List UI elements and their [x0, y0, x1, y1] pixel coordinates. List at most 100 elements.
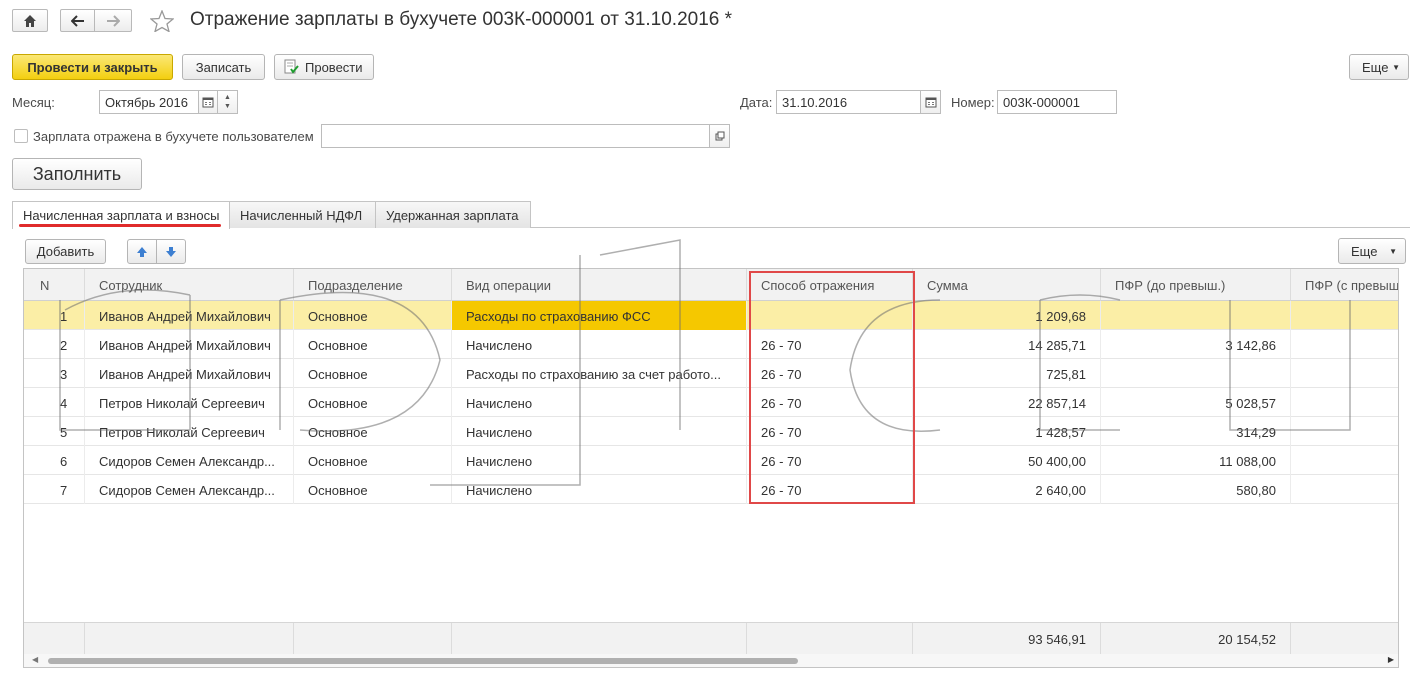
- cell-department[interactable]: Основное: [294, 330, 452, 359]
- cell-pfr[interactable]: 580,80: [1101, 475, 1291, 504]
- forward-button[interactable]: [94, 9, 132, 32]
- cell-n[interactable]: 7: [24, 475, 85, 504]
- accruals-table[interactable]: N Сотрудник Подразделение Вид операции С…: [23, 268, 1399, 668]
- home-button[interactable]: [12, 9, 48, 32]
- cell-employee[interactable]: Иванов Андрей Михайлович: [85, 301, 294, 330]
- col-header-department[interactable]: Подразделение: [294, 269, 452, 301]
- more-menu-button[interactable]: Еще ▼: [1349, 54, 1409, 80]
- tab-withheld-salary[interactable]: Удержанная зарплата: [375, 201, 531, 228]
- post-and-close-button[interactable]: Провести и закрыть: [12, 54, 173, 80]
- cell-department[interactable]: Основное: [294, 301, 452, 330]
- cell-operation[interactable]: Начислено: [452, 446, 747, 475]
- cell-department[interactable]: Основное: [294, 475, 452, 504]
- cell-n[interactable]: 2: [24, 330, 85, 359]
- fill-button[interactable]: Заполнить: [12, 158, 142, 190]
- table-row[interactable]: 1 Иванов Андрей Михайлович Основное Расходы…: [24, 301, 1398, 330]
- cell-operation[interactable]: Расходы по страхованию ФСС: [452, 301, 747, 330]
- cell-employee[interactable]: Иванов Андрей Михайлович: [85, 359, 294, 388]
- col-header-sum[interactable]: Сумма: [913, 269, 1101, 301]
- cell-pfr-over[interactable]: [1291, 359, 1398, 388]
- table-row[interactable]: 5 Петров Николай Сергеевич Основное Начисле…: [24, 417, 1398, 446]
- cell-department[interactable]: Основное: [294, 446, 452, 475]
- date-calendar-button[interactable]: [920, 90, 941, 114]
- month-field[interactable]: Октябрь 2016: [99, 90, 199, 114]
- cell-pfr[interactable]: [1101, 359, 1291, 388]
- cell-sum[interactable]: 1 428,57: [913, 417, 1101, 446]
- cell-n[interactable]: 1: [24, 301, 85, 330]
- cell-operation[interactable]: Начислено: [452, 388, 747, 417]
- cell-n[interactable]: 4: [24, 388, 85, 417]
- cell-department[interactable]: Основное: [294, 359, 452, 388]
- cell-sum[interactable]: 2 640,00: [913, 475, 1101, 504]
- cell-pfr[interactable]: 11 088,00: [1101, 446, 1291, 475]
- cell-pfr[interactable]: 5 028,57: [1101, 388, 1291, 417]
- table-row[interactable]: 7 Сидоров Семен Александр... Основное Начис…: [24, 475, 1398, 504]
- cell-sum[interactable]: 725,81: [913, 359, 1101, 388]
- col-header-pfr-over[interactable]: ПФР (с превыш: [1291, 269, 1398, 301]
- tab-accrued-ndfl[interactable]: Начисленный НДФЛ: [229, 201, 376, 228]
- save-button[interactable]: Записать: [182, 54, 265, 80]
- cell-method[interactable]: 26 - 70: [747, 475, 913, 504]
- user-field[interactable]: [321, 124, 710, 148]
- star-icon[interactable]: [150, 10, 174, 32]
- cell-pfr-over[interactable]: [1291, 388, 1398, 417]
- date-field[interactable]: 31.10.2016: [776, 90, 921, 114]
- month-spin-button[interactable]: ▲ ▼: [217, 90, 238, 114]
- cell-employee[interactable]: Сидоров Семен Александр...: [85, 446, 294, 475]
- table-row[interactable]: 4 Петров Николай Сергеевич Основное Начисле…: [24, 388, 1398, 417]
- cell-method[interactable]: 26 - 70: [747, 330, 913, 359]
- col-header-n[interactable]: N: [24, 269, 85, 301]
- cell-method[interactable]: 26 - 70: [747, 359, 913, 388]
- table-row[interactable]: 2 Иванов Андрей Михайлович Основное Начисле…: [24, 330, 1398, 359]
- cell-pfr[interactable]: [1101, 301, 1291, 330]
- cell-employee[interactable]: Сидоров Семен Александр...: [85, 475, 294, 504]
- cell-pfr-over[interactable]: [1291, 417, 1398, 446]
- cell-department[interactable]: Основное: [294, 388, 452, 417]
- scroll-right-icon[interactable]: ▶: [1388, 655, 1394, 664]
- post-button[interactable]: Провести: [274, 54, 374, 80]
- cell-operation[interactable]: Начислено: [452, 475, 747, 504]
- cell-method[interactable]: 26 - 70: [747, 388, 913, 417]
- cell-operation[interactable]: Начислено: [452, 330, 747, 359]
- cell-employee[interactable]: Петров Николай Сергеевич: [85, 417, 294, 446]
- cell-n[interactable]: 6: [24, 446, 85, 475]
- open-user-button[interactable]: [709, 124, 730, 148]
- cell-pfr-over[interactable]: [1291, 475, 1398, 504]
- table-row[interactable]: 6 Сидоров Семен Александр... Основное Начис…: [24, 446, 1398, 475]
- scroll-left-icon[interactable]: ◀: [32, 655, 38, 664]
- cell-pfr[interactable]: 314,29: [1101, 417, 1291, 446]
- back-button[interactable]: [60, 9, 95, 32]
- move-up-button[interactable]: [127, 239, 157, 264]
- cell-department[interactable]: Основное: [294, 417, 452, 446]
- number-field[interactable]: 003К-000001: [997, 90, 1117, 114]
- cell-sum[interactable]: 22 857,14: [913, 388, 1101, 417]
- add-row-button[interactable]: Добавить: [25, 239, 106, 264]
- cell-operation[interactable]: Начислено: [452, 417, 747, 446]
- cell-method[interactable]: 26 - 70: [747, 446, 913, 475]
- scrollbar-thumb[interactable]: [48, 658, 798, 664]
- cell-pfr-over[interactable]: [1291, 446, 1398, 475]
- cell-operation[interactable]: Расходы по страхованию за счет работо...: [452, 359, 747, 388]
- horizontal-scrollbar[interactable]: ◀ ▶: [24, 654, 1398, 667]
- table-row[interactable]: 3 Иванов Андрей Михайлович Основное Расходы…: [24, 359, 1398, 388]
- cell-pfr-over[interactable]: [1291, 330, 1398, 359]
- col-header-employee[interactable]: Сотрудник: [85, 269, 294, 301]
- cell-sum[interactable]: 50 400,00: [913, 446, 1101, 475]
- col-header-method[interactable]: Способ отражения: [747, 269, 913, 301]
- move-down-button[interactable]: [156, 239, 186, 264]
- cell-sum[interactable]: 14 285,71: [913, 330, 1101, 359]
- cell-pfr-over[interactable]: [1291, 301, 1398, 330]
- cell-n[interactable]: 3: [24, 359, 85, 388]
- cell-method[interactable]: 26 - 70: [747, 417, 913, 446]
- table-more-button[interactable]: Еще ▼: [1338, 238, 1406, 264]
- col-header-operation[interactable]: Вид операции: [452, 269, 747, 301]
- cell-employee[interactable]: Петров Николай Сергеевич: [85, 388, 294, 417]
- cell-employee[interactable]: Иванов Андрей Михайлович: [85, 330, 294, 359]
- cell-method[interactable]: [747, 301, 913, 330]
- cell-sum[interactable]: 1 209,68: [913, 301, 1101, 330]
- cell-pfr[interactable]: 3 142,86: [1101, 330, 1291, 359]
- month-calendar-button[interactable]: [198, 90, 218, 114]
- reflected-by-user-checkbox[interactable]: [14, 129, 28, 143]
- col-header-pfr[interactable]: ПФР (до превыш.): [1101, 269, 1291, 301]
- cell-n[interactable]: 5: [24, 417, 85, 446]
